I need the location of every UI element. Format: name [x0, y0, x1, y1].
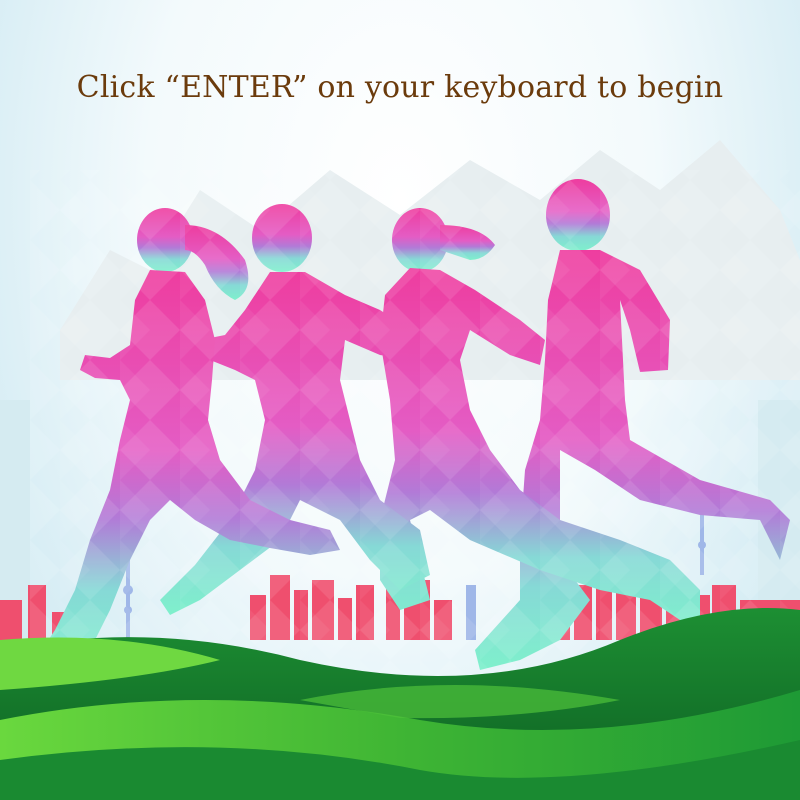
runner-silhouettes — [30, 170, 800, 680]
start-prompt-text: Click “ENTER” on your keyboard to begin — [76, 70, 724, 105]
game-start-screen[interactable]: Click “ENTER” on your keyboard to begin — [0, 0, 800, 800]
background-scene — [0, 140, 800, 800]
